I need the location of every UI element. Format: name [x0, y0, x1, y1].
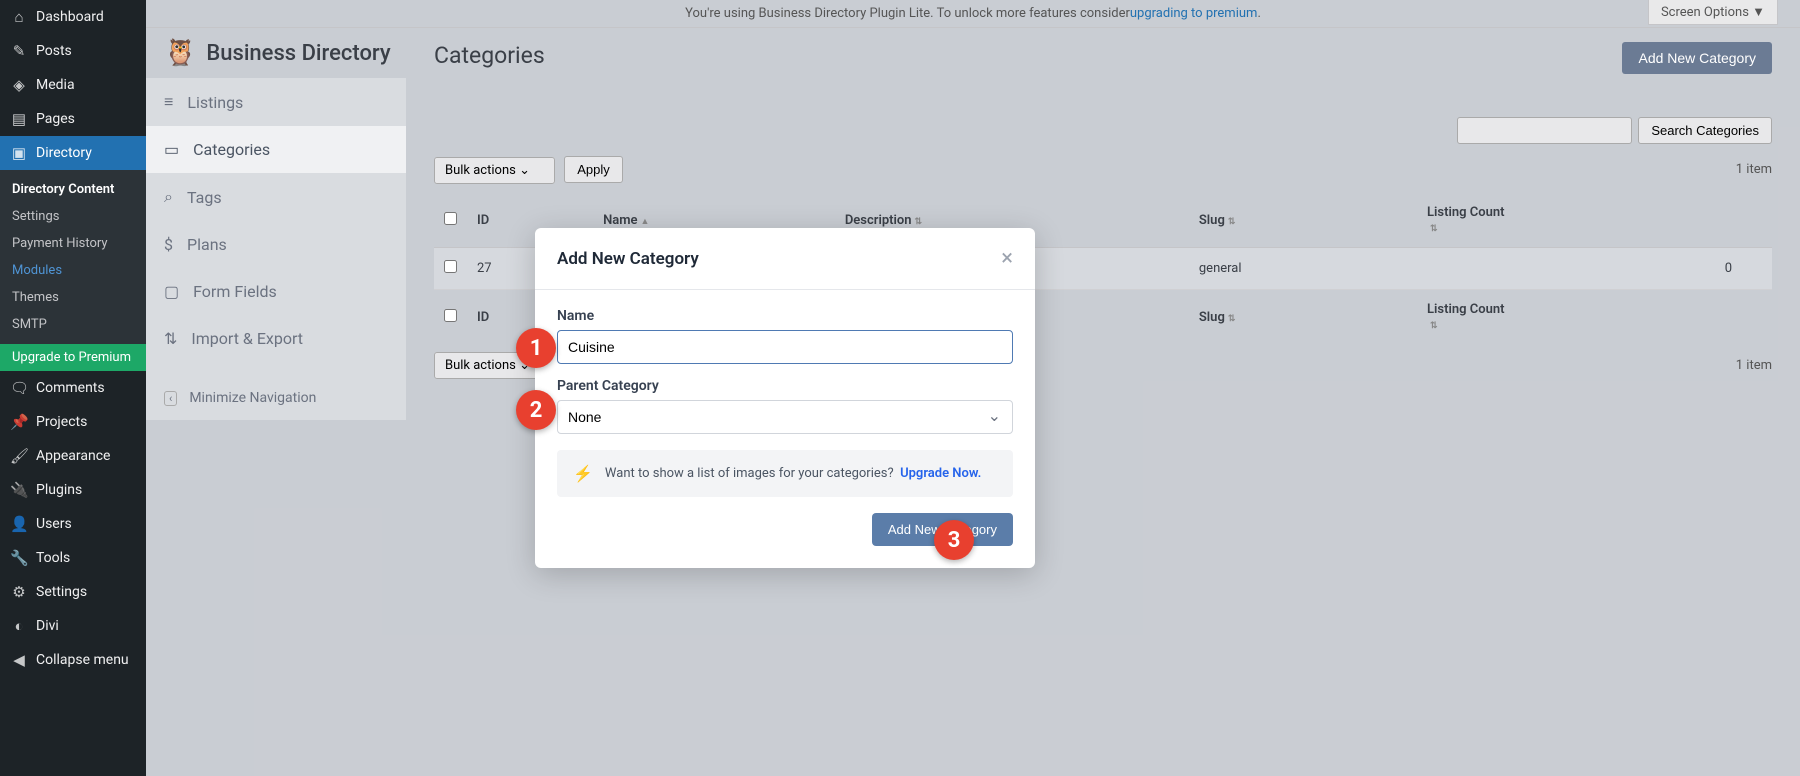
comments-icon: 🗨 [10, 379, 28, 397]
media-icon: ◈ [10, 76, 28, 94]
import-export-icon: ⇅ [164, 329, 177, 348]
ds-import-export[interactable]: ⇅Import & Export [146, 315, 406, 362]
tools-icon: 🔧 [10, 549, 28, 567]
settings-icon: ⚙ [10, 583, 28, 601]
menu-plugins[interactable]: 🔌Plugins [0, 473, 146, 507]
directory-brand: 🦉 Business Directory [146, 28, 409, 78]
col-count-foot[interactable]: Listing Count⇅ [1417, 290, 1772, 345]
brand-title: Business Directory [206, 41, 390, 66]
upgrade-link[interactable]: upgrading to premium [1130, 6, 1258, 21]
tags-icon: ⌕ [164, 187, 173, 207]
submenu-directory-content[interactable]: Directory Content [0, 176, 146, 203]
minimize-navigation[interactable]: ‹Minimize Navigation [146, 376, 406, 420]
menu-settings[interactable]: ⚙Settings [0, 575, 146, 609]
col-slug-foot[interactable]: Slug⇅ [1189, 290, 1417, 345]
form-fields-icon: ▢ [164, 282, 179, 301]
apply-button[interactable]: Apply [564, 156, 623, 183]
directory-sidebar: ≡Listings ▭Categories ⌕Tags $Plans ▢Form… [146, 78, 406, 420]
menu-tools[interactable]: 🔧Tools [0, 541, 146, 575]
directory-icon: ▣ [10, 144, 28, 162]
brand-icon: 🦉 [164, 38, 196, 68]
sort-asc-icon: ▲ [641, 217, 650, 227]
ds-listings[interactable]: ≡Listings [146, 78, 406, 126]
parent-label: Parent Category [557, 378, 1013, 394]
menu-pages[interactable]: ▤Pages [0, 102, 146, 136]
name-label: Name [557, 308, 1013, 324]
item-count-bottom: 1 item [1736, 358, 1772, 373]
menu-media[interactable]: ◈Media [0, 68, 146, 102]
menu-users[interactable]: 👤Users [0, 507, 146, 541]
chevron-left-icon: ‹ [164, 391, 177, 406]
wp-admin-sidebar: ⌂Dashboard ✎Posts ◈Media ▤Pages ▣Directo… [0, 0, 146, 776]
upsell-banner: ⚡ Want to show a list of images for your… [557, 450, 1013, 497]
cell-slug: general [1189, 248, 1417, 290]
categories-icon: ▭ [164, 140, 179, 159]
menu-divi[interactable]: ◐Divi [0, 609, 146, 643]
ds-tags[interactable]: ⌕Tags [146, 173, 406, 221]
upsell-text: Want to show a list of images for your c… [605, 466, 894, 481]
annotation-marker-2: 2 [516, 390, 556, 430]
projects-icon: 📌 [10, 413, 28, 431]
sort-icon: ⇅ [915, 217, 923, 227]
search-input[interactable] [1457, 117, 1632, 144]
submenu-smtp[interactable]: SMTP [0, 311, 146, 338]
collapse-menu[interactable]: ◀Collapse menu [0, 643, 146, 677]
col-listing-count[interactable]: Listing Count⇅ [1417, 193, 1772, 248]
search-toolbar: Search Categories [434, 117, 1772, 144]
category-name-input[interactable] [557, 330, 1013, 364]
row-checkbox[interactable] [444, 260, 457, 273]
upgrade-to-premium[interactable]: Upgrade to Premium [0, 344, 146, 371]
col-slug[interactable]: Slug⇅ [1189, 193, 1417, 248]
menu-posts[interactable]: ✎Posts [0, 34, 146, 68]
pages-icon: ▤ [10, 110, 28, 128]
plans-icon: $ [164, 235, 173, 254]
item-count-top: 1 item [1736, 162, 1772, 177]
add-category-modal: Add New Category × Name Parent Category … [535, 228, 1035, 568]
select-all-top[interactable] [444, 212, 457, 225]
sort-icon: ⇅ [1430, 224, 1438, 234]
menu-dashboard[interactable]: ⌂Dashboard [0, 0, 146, 34]
dashboard-icon: ⌂ [10, 8, 28, 26]
cell-count: 0 [1417, 248, 1772, 290]
menu-appearance[interactable]: 🖌Appearance [0, 439, 146, 473]
submenu-modules[interactable]: Modules [0, 257, 146, 284]
ds-form-fields[interactable]: ▢Form Fields [146, 268, 406, 315]
bulk-row-top: Bulk actions ⌄ Apply 1 item [434, 156, 1772, 183]
menu-projects[interactable]: 📌Projects [0, 405, 146, 439]
notice-text: You're using Business Directory Plugin L… [685, 6, 1130, 21]
screen-options-toggle[interactable]: Screen Options ▼ [1648, 0, 1778, 25]
plugins-icon: 🔌 [10, 481, 28, 499]
ds-categories[interactable]: ▭Categories [146, 126, 406, 173]
page-title: Categories [434, 42, 545, 69]
modal-title: Add New Category [557, 249, 699, 269]
upgrade-now-link[interactable]: Upgrade Now. [900, 466, 981, 481]
search-categories-button[interactable]: Search Categories [1638, 117, 1772, 144]
divi-icon: ◐ [10, 617, 28, 635]
bulk-actions-select[interactable]: Bulk actions ⌄ [434, 157, 555, 184]
users-icon: 👤 [10, 515, 28, 533]
directory-submenu: Directory Content Settings Payment Histo… [0, 170, 146, 344]
submenu-payment-history[interactable]: Payment History [0, 230, 146, 257]
select-all-bottom[interactable] [444, 309, 457, 322]
sort-icon: ⇅ [1228, 217, 1236, 227]
bolt-icon: ⚡ [573, 464, 593, 483]
annotation-marker-3: 3 [934, 520, 974, 560]
posts-icon: ✎ [10, 42, 28, 60]
parent-category-select[interactable]: None [557, 400, 1013, 434]
annotation-marker-1: 1 [516, 328, 556, 368]
ds-plans[interactable]: $Plans [146, 221, 406, 268]
listings-icon: ≡ [164, 92, 173, 112]
appearance-icon: 🖌 [10, 447, 28, 465]
menu-directory[interactable]: ▣Directory [0, 136, 146, 170]
add-new-category-button[interactable]: Add New Category [1622, 42, 1772, 74]
submenu-themes[interactable]: Themes [0, 284, 146, 311]
submenu-settings[interactable]: Settings [0, 203, 146, 230]
close-icon[interactable]: × [1001, 246, 1013, 271]
menu-comments[interactable]: 🗨Comments [0, 371, 146, 405]
collapse-icon: ◀ [10, 651, 28, 669]
top-notice: You're using Business Directory Plugin L… [146, 0, 1800, 28]
